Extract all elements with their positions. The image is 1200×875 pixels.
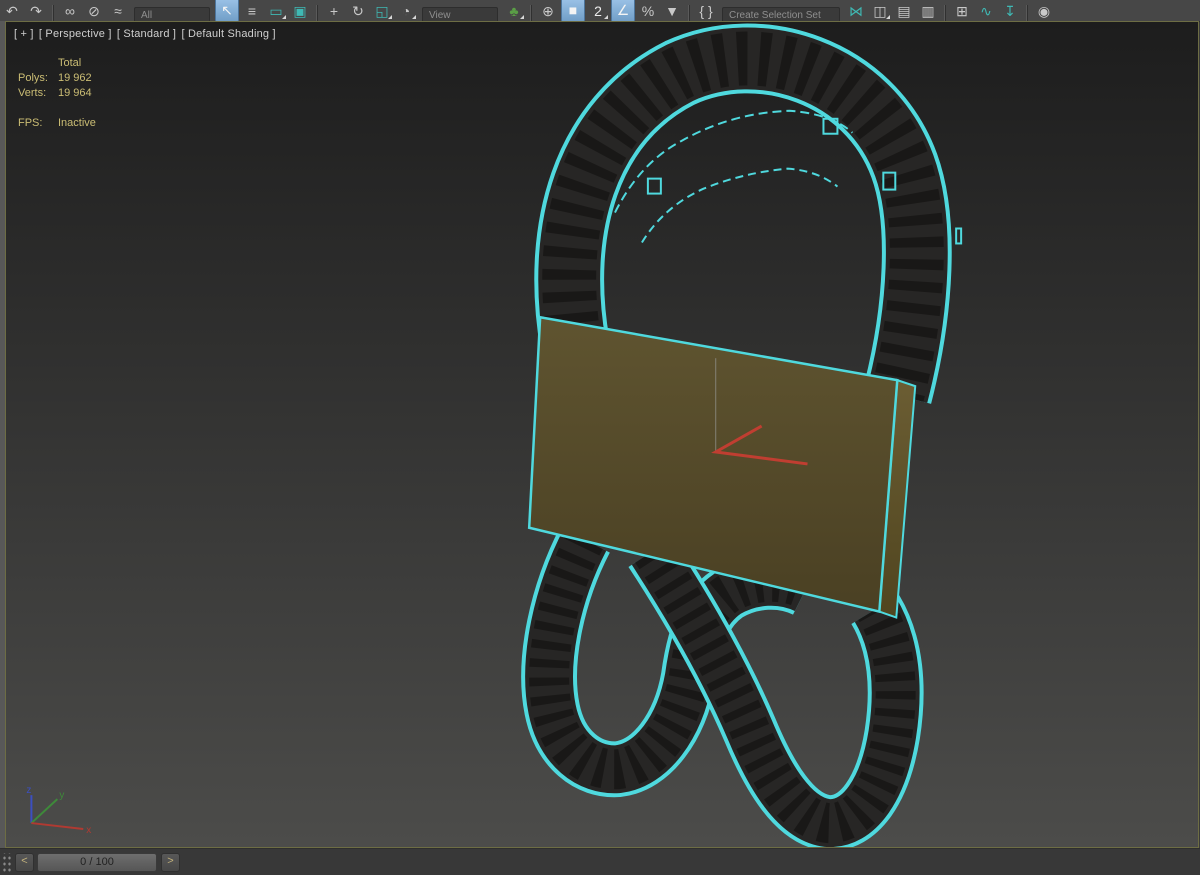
redo-icon[interactable]: ↷ (25, 0, 47, 22)
use-pivot-point-center-icon[interactable]: ♣ (503, 0, 525, 22)
time-slider[interactable]: 0 / 100 (37, 853, 157, 872)
select-and-place-icon[interactable]: ◔ (395, 0, 417, 22)
axis-gizmo: z y x (26, 785, 91, 836)
angle-snap-icon[interactable]: ∠ (611, 0, 635, 22)
toggle-ribbon-icon[interactable]: ⊞ (951, 0, 973, 22)
select-and-link-icon[interactable]: ∞ (59, 0, 81, 22)
align-icon[interactable]: ◫ (869, 0, 891, 22)
select-object-icon[interactable]: ↖ (215, 0, 239, 22)
snaps-toggle-icon[interactable]: 2 (587, 0, 609, 22)
perspective-viewport[interactable]: [ + ] [ Perspective ] [ Standard ] [ Def… (5, 21, 1199, 848)
axis-x-label: x (86, 825, 91, 836)
select-and-move-icon[interactable]: + (323, 0, 345, 22)
select-by-name-icon[interactable]: ≡ (241, 0, 263, 22)
reference-coordinate-system-dropdown[interactable]: View (422, 7, 498, 22)
toolbar-drag-handle[interactable] (1, 853, 11, 873)
unlink-selection-icon[interactable]: ⊘ (83, 0, 105, 22)
toolbar-divider (1026, 5, 1028, 22)
select-and-scale-icon[interactable]: ◱ (371, 0, 393, 22)
spinner-snap-icon[interactable]: ▼ (661, 0, 683, 22)
mirror-icon[interactable]: ⋈ (845, 0, 867, 22)
toolbar-divider (316, 5, 318, 22)
previous-frame-button[interactable]: < (15, 853, 34, 872)
named-selection-sets-dropdown[interactable]: Create Selection Set (722, 7, 840, 22)
axis-z-label: z (26, 785, 31, 796)
selection-region-icon[interactable]: ▭ (265, 0, 287, 22)
percent-snap-icon[interactable]: % (637, 0, 659, 22)
next-frame-button[interactable]: > (161, 853, 180, 872)
main-toolbar: ↶↷ ∞⊘≈ All ↖≡▭▣ +↻◱◔ View ♣ ⊕■2∠%▼ { } Create Sel… (0, 0, 1200, 22)
material-editor-icon[interactable]: ◉ (1033, 0, 1055, 22)
toolbar-divider (944, 5, 946, 22)
keyboard-shortcut-override-icon[interactable]: ■ (561, 0, 585, 22)
undo-icon[interactable]: ↶ (1, 0, 23, 22)
schematic-view-icon[interactable]: ↧ (999, 0, 1021, 22)
teeth-selection-outline (642, 169, 838, 243)
toggle-scene-explorer-icon[interactable]: ▤ (893, 0, 915, 22)
selection-filter-dropdown[interactable]: All (134, 7, 210, 22)
3dsmax-window: ↶↷ ∞⊘≈ All ↖≡▭▣ +↻◱◔ View ♣ ⊕■2∠%▼ { } Create Sel… (0, 0, 1200, 875)
toolbar-divider (688, 5, 690, 22)
bind-to-space-warp-icon[interactable]: ≈ (107, 0, 129, 22)
select-and-rotate-icon[interactable]: ↻ (347, 0, 369, 22)
axis-y-label: y (59, 790, 64, 801)
toggle-layer-explorer-icon[interactable]: ▥ (917, 0, 939, 22)
toolbar-divider (52, 5, 54, 22)
curve-editor-icon[interactable]: ∿ (975, 0, 997, 22)
toolbar-divider (530, 5, 532, 22)
scene-canvas[interactable]: z y x (6, 22, 1198, 847)
edit-named-selection-sets-icon[interactable]: { } (695, 0, 717, 22)
window-crossing-icon[interactable]: ▣ (289, 0, 311, 22)
select-and-manipulate-icon[interactable]: ⊕ (537, 0, 559, 22)
time-slider-bar: < 0 / 100 > (0, 848, 1200, 875)
